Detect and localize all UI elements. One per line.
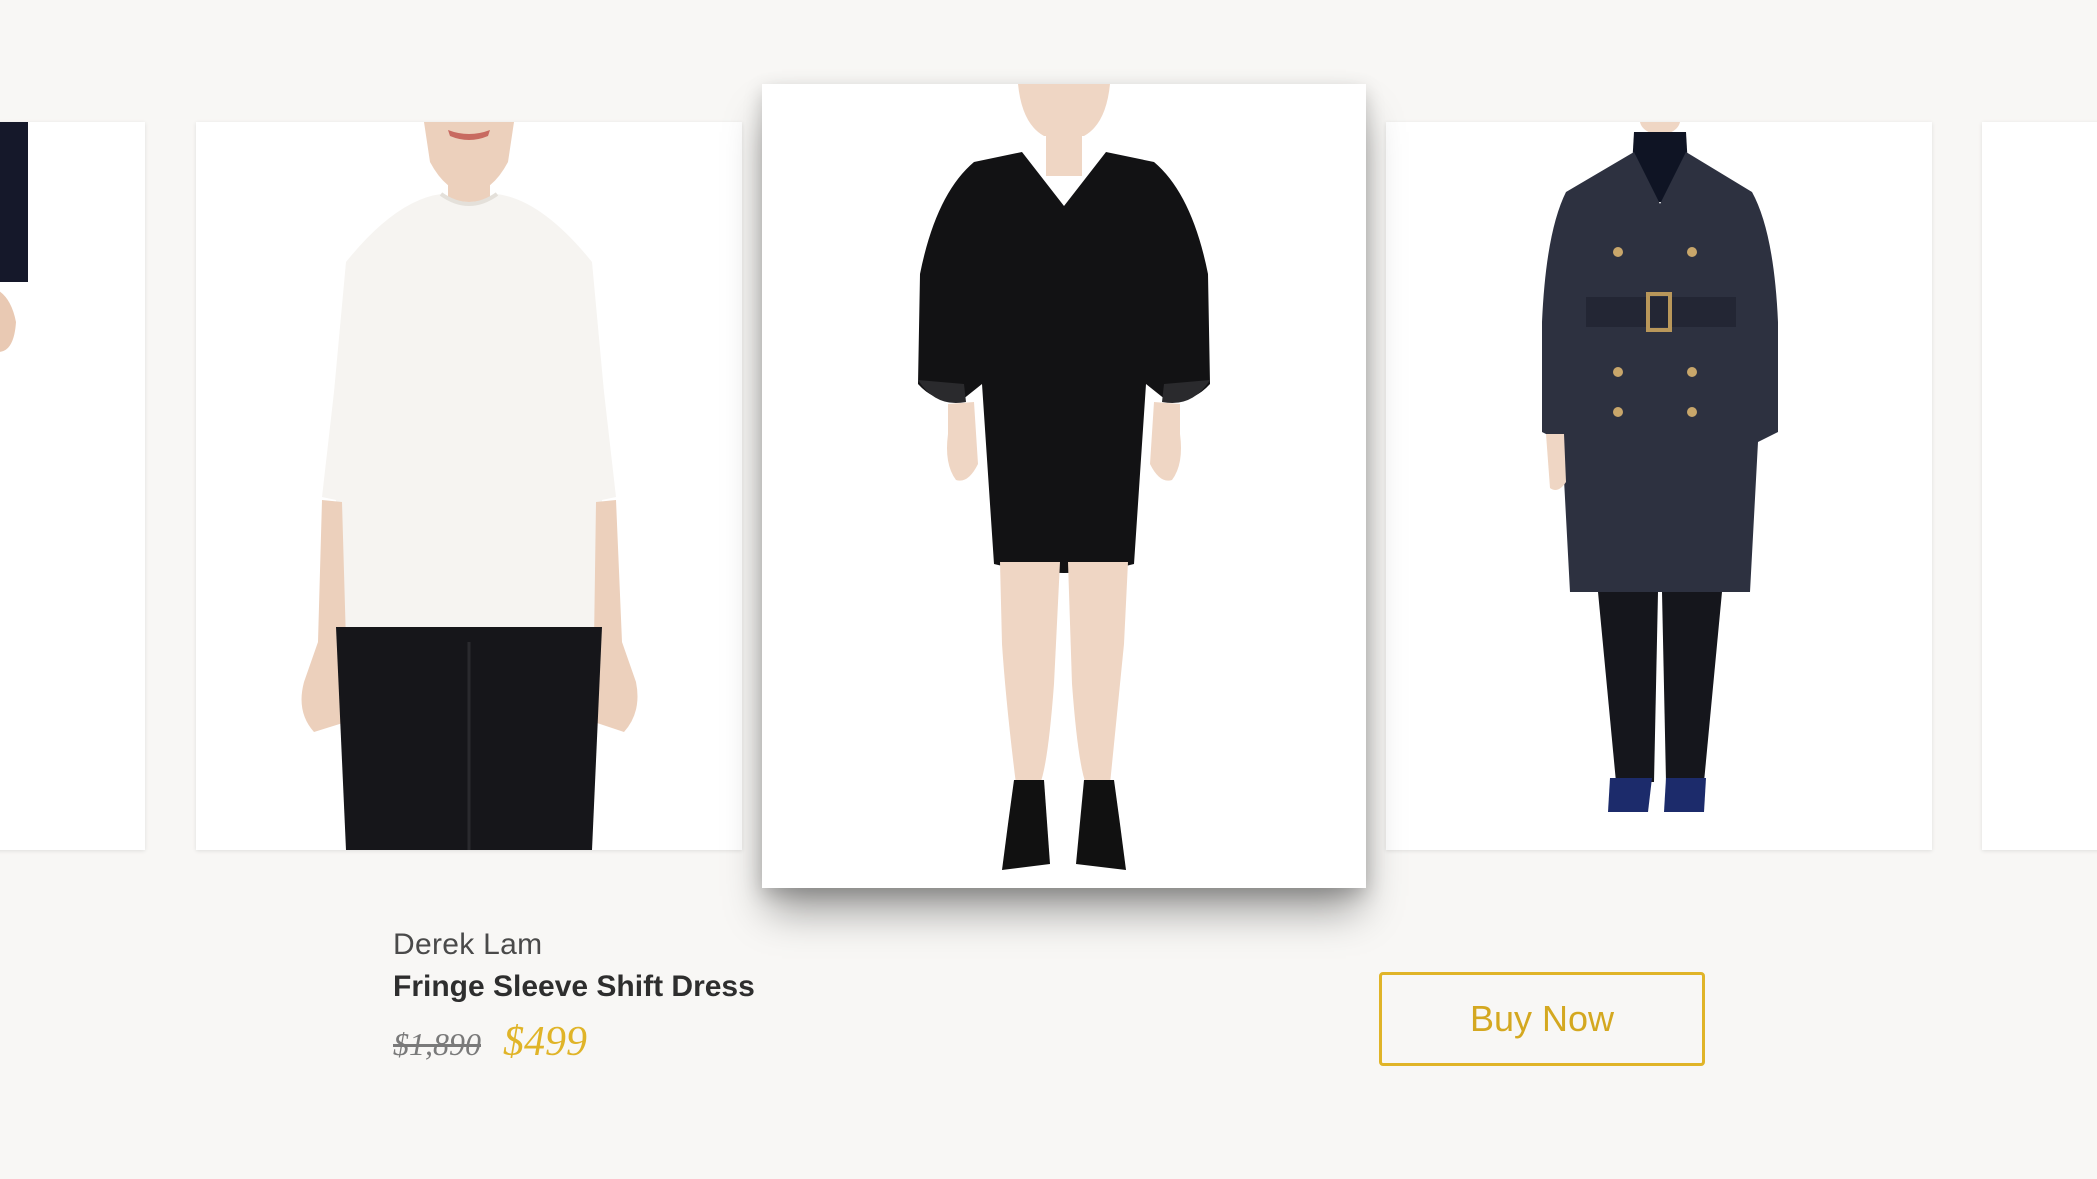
product-image bbox=[918, 84, 1210, 870]
product-image bbox=[301, 122, 638, 850]
carousel-item-partial-right[interactable] bbox=[1982, 122, 2097, 850]
product-carousel-screen: Derek Lam Fringe Sleeve Shift Dress $1,8… bbox=[0, 0, 2097, 1179]
carousel-item-white-sweater[interactable] bbox=[196, 122, 742, 850]
product-brand: Derek Lam bbox=[393, 928, 543, 961]
product-image bbox=[1542, 122, 1778, 812]
product-image bbox=[0, 122, 28, 352]
carousel-item-trench-coat[interactable] bbox=[1386, 122, 1932, 850]
price-row: $1,890 $499 bbox=[393, 1018, 755, 1066]
buy-now-button[interactable]: Buy Now bbox=[1379, 972, 1705, 1066]
original-price: $1,890 bbox=[393, 1026, 481, 1062]
product-name: Fringe Sleeve Shift Dress bbox=[393, 970, 755, 1003]
carousel-item-featured-dress[interactable] bbox=[762, 84, 1366, 888]
sale-price: $499 bbox=[503, 1019, 587, 1065]
product-info: Derek Lam Fringe Sleeve Shift Dress $1,8… bbox=[393, 928, 755, 1066]
carousel-item-partial-left[interactable] bbox=[0, 122, 145, 850]
